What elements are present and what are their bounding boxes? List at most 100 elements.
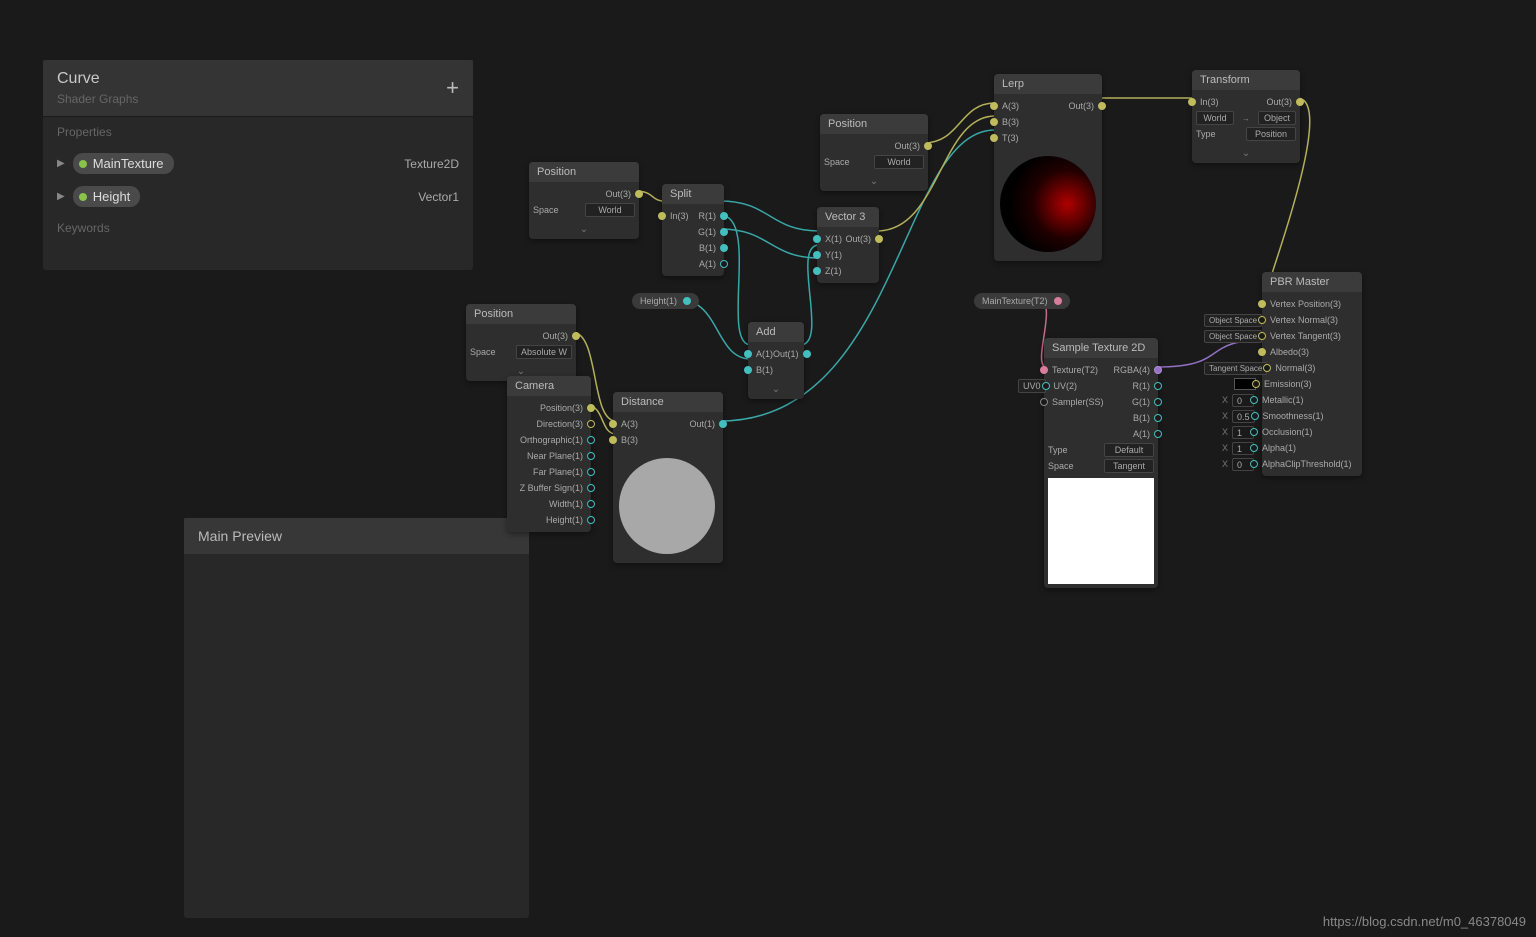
port-out[interactable] xyxy=(719,420,727,428)
blackboard-panel[interactable]: Curve Shader Graphs + Properties ▶ MainT… xyxy=(43,60,473,270)
port-in[interactable] xyxy=(813,235,821,243)
port-in[interactable] xyxy=(1250,396,1258,404)
type-dropdown[interactable]: Position xyxy=(1246,127,1296,141)
port-out[interactable] xyxy=(720,244,728,252)
node-title: Camera xyxy=(507,376,591,396)
node-title: Transform xyxy=(1192,70,1300,90)
watermark: https://blog.csdn.net/m0_46378049 xyxy=(1323,914,1526,929)
node-vector3[interactable]: Vector 3 X(1)Out(3) Y(1) Z(1) xyxy=(817,207,879,283)
port-out[interactable] xyxy=(1098,102,1106,110)
space-dropdown[interactable]: Absolute W xyxy=(516,345,572,359)
port-out[interactable] xyxy=(683,297,691,305)
port-out[interactable] xyxy=(1154,430,1162,438)
node-title: Sample Texture 2D xyxy=(1044,338,1158,358)
port-out[interactable] xyxy=(720,212,728,220)
port-out[interactable] xyxy=(1054,297,1062,305)
port-in[interactable] xyxy=(1250,428,1258,436)
from-dropdown[interactable]: World xyxy=(1196,111,1234,125)
main-preview-panel[interactable]: Main Preview xyxy=(184,518,529,918)
node-sample-texture-2d[interactable]: Sample Texture 2D Texture(T2)RGBA(4) UV0… xyxy=(1044,338,1158,588)
port-out[interactable] xyxy=(587,404,595,412)
space-dropdown[interactable]: Object Space xyxy=(1204,314,1262,327)
port-out[interactable] xyxy=(587,484,595,492)
port-in[interactable] xyxy=(1250,444,1258,452)
space-dropdown[interactable]: Tangent Space xyxy=(1204,362,1267,375)
port-in[interactable] xyxy=(744,366,752,374)
dot-icon xyxy=(79,160,87,168)
port-out[interactable] xyxy=(1154,382,1162,390)
port-in[interactable] xyxy=(1252,380,1260,388)
node-split[interactable]: Split In(3)R(1) G(1) B(1) A(1) xyxy=(662,184,724,276)
node-title: Add xyxy=(748,322,804,342)
port-in[interactable] xyxy=(609,420,617,428)
port-out[interactable] xyxy=(1154,414,1162,422)
keywords-label: Keywords xyxy=(43,213,473,243)
property-node-maintexture[interactable]: MainTexture(T2) xyxy=(974,293,1070,309)
node-position-world-1[interactable]: Position Out(3) SpaceWorld ⌄ xyxy=(529,162,639,239)
property-node-height[interactable]: Height(1) xyxy=(632,293,699,309)
port-out[interactable] xyxy=(635,190,643,198)
chevron-down-icon[interactable]: ⌄ xyxy=(748,382,804,399)
node-camera[interactable]: Camera Position(3) Direction(3) Orthogra… xyxy=(507,376,591,532)
port-in[interactable] xyxy=(1042,382,1050,390)
port-in[interactable] xyxy=(990,102,998,110)
node-transform[interactable]: Transform In(3)Out(3) World→Object TypeP… xyxy=(1192,70,1300,163)
property-pill[interactable]: Height xyxy=(73,186,141,207)
port-in[interactable] xyxy=(1188,98,1196,106)
port-out[interactable] xyxy=(803,350,811,358)
port-in[interactable] xyxy=(1251,412,1259,420)
type-dropdown[interactable]: Default xyxy=(1104,443,1154,457)
property-pill[interactable]: MainTexture xyxy=(73,153,174,174)
property-row-height[interactable]: ▶ Height Vector1 xyxy=(43,180,473,213)
port-out[interactable] xyxy=(587,436,595,444)
property-row-maintexture[interactable]: ▶ MainTexture Texture2D xyxy=(43,147,473,180)
space-dropdown[interactable]: Object Space xyxy=(1204,330,1262,343)
port-in[interactable] xyxy=(1258,348,1266,356)
port-in[interactable] xyxy=(1263,364,1271,372)
port-out[interactable] xyxy=(587,516,595,524)
node-position-world-2[interactable]: Position Out(3) SpaceWorld ⌄ xyxy=(820,114,928,191)
port-out[interactable] xyxy=(1154,398,1162,406)
port-in[interactable] xyxy=(1258,316,1266,324)
blackboard-header: Curve Shader Graphs + xyxy=(43,60,473,117)
port-in[interactable] xyxy=(1040,398,1048,406)
node-add[interactable]: Add A(1)Out(1) B(1) ⌄ xyxy=(748,322,804,399)
port-out[interactable] xyxy=(587,452,595,460)
port-in[interactable] xyxy=(1258,300,1266,308)
port-in[interactable] xyxy=(1250,460,1258,468)
port-in[interactable] xyxy=(1040,366,1048,374)
graph-subtitle: Shader Graphs xyxy=(57,88,138,106)
node-title: Distance xyxy=(613,392,723,412)
add-property-icon[interactable]: + xyxy=(446,75,459,101)
node-preview xyxy=(994,150,1102,261)
node-lerp[interactable]: Lerp A(3)Out(3) B(3) T(3) xyxy=(994,74,1102,261)
port-out[interactable] xyxy=(587,420,595,428)
space-dropdown[interactable]: Tangent xyxy=(1104,459,1154,473)
port-in[interactable] xyxy=(658,212,666,220)
port-in[interactable] xyxy=(744,350,752,358)
port-out[interactable] xyxy=(1154,366,1162,374)
to-dropdown[interactable]: Object xyxy=(1258,111,1296,125)
port-in[interactable] xyxy=(813,267,821,275)
chevron-down-icon[interactable]: ⌄ xyxy=(529,222,639,239)
port-out[interactable] xyxy=(587,500,595,508)
port-out[interactable] xyxy=(720,228,728,236)
port-in[interactable] xyxy=(813,251,821,259)
port-out[interactable] xyxy=(587,468,595,476)
port-in[interactable] xyxy=(990,134,998,142)
port-out[interactable] xyxy=(1296,98,1304,106)
port-out[interactable] xyxy=(720,260,728,268)
node-distance[interactable]: Distance A(3)Out(1) B(3) xyxy=(613,392,723,563)
port-in[interactable] xyxy=(609,436,617,444)
port-in[interactable] xyxy=(1258,332,1266,340)
port-out[interactable] xyxy=(572,332,580,340)
port-in[interactable] xyxy=(990,118,998,126)
chevron-down-icon[interactable]: ⌄ xyxy=(820,174,928,191)
port-out[interactable] xyxy=(924,142,932,150)
chevron-down-icon[interactable]: ⌄ xyxy=(1192,146,1300,163)
port-out[interactable] xyxy=(875,235,883,243)
space-dropdown[interactable]: World xyxy=(585,203,635,217)
node-pbr-master[interactable]: PBR Master Vertex Position(3) Object Spa… xyxy=(1262,272,1362,476)
node-position-absolute[interactable]: Position Out(3) SpaceAbsolute W ⌄ xyxy=(466,304,576,381)
space-dropdown[interactable]: World xyxy=(874,155,924,169)
